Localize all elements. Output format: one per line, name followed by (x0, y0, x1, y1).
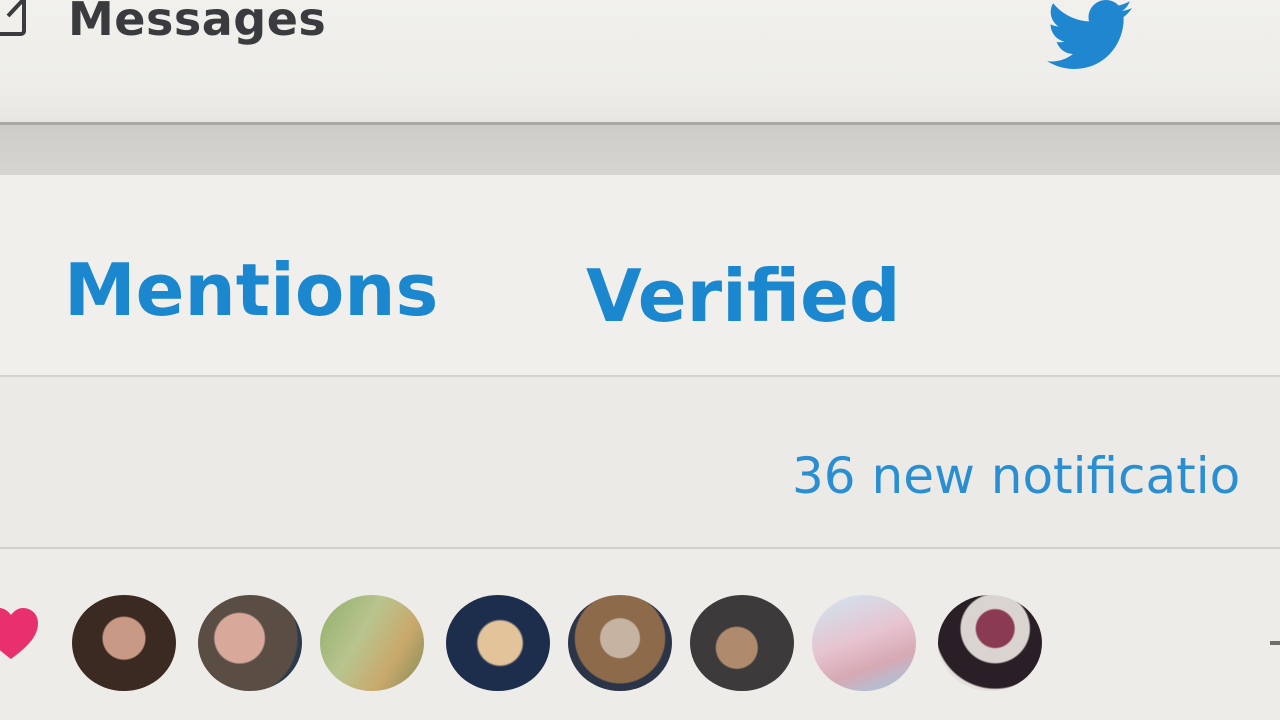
header-bar: Messages (0, 0, 1280, 125)
avatar[interactable] (320, 595, 424, 691)
new-notifications-row: 36 new notificatio (0, 377, 1280, 549)
tab-mentions[interactable]: Mentions (64, 245, 438, 335)
avatar[interactable] (446, 595, 550, 691)
avatar[interactable] (72, 595, 176, 691)
tab-verified[interactable]: Verified (586, 251, 901, 341)
avatar[interactable] (812, 595, 916, 691)
compose-icon[interactable] (0, 0, 38, 42)
avatar[interactable] (690, 595, 794, 691)
more-indicator (1270, 641, 1280, 645)
avatar[interactable] (568, 595, 672, 691)
notification-tabs: Mentions Verified (0, 175, 1280, 377)
messages-nav-label[interactable]: Messages (68, 0, 326, 54)
header-divider-band (0, 125, 1280, 175)
screen: Messages Mentions Verified 36 new notifi… (0, 0, 1280, 720)
heart-icon (0, 608, 38, 659)
like-notification-row[interactable] (0, 549, 1280, 720)
twitter-bird-icon[interactable] (1040, 0, 1136, 80)
avatar[interactable] (198, 595, 302, 691)
avatar[interactable] (938, 595, 1042, 691)
new-notifications-link[interactable]: 36 new notificatio (792, 443, 1240, 509)
